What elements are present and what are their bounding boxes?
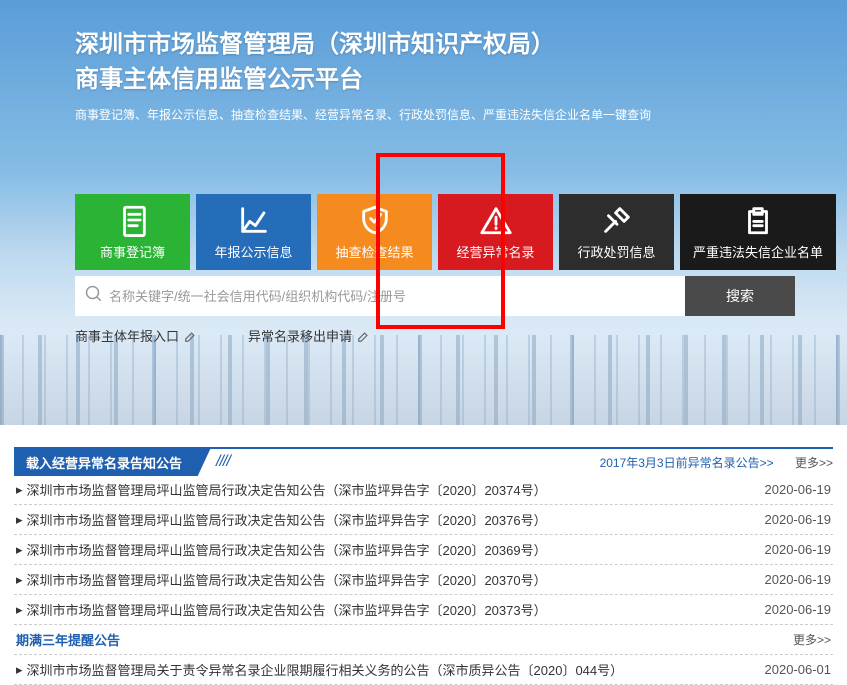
link-label: 商事主体年报入口 (75, 326, 179, 345)
announcement-date: 2020-06-01 (765, 662, 832, 677)
tab-1[interactable]: 年报公示信息 (196, 194, 311, 270)
list-item: ▸深圳市市场监督管理局坪山监管局行政决定告知公告（深市监坪异告字〔2020〕20… (14, 565, 833, 595)
list-item: ▸深圳市市场监督管理局坪山监管局行政决定告知公告（深市监坪异告字〔2020〕20… (14, 505, 833, 535)
tab-label: 抽查检查结果 (335, 242, 413, 261)
announcement-date: 2020-06-19 (765, 512, 832, 527)
page-title-line1: 深圳市市场监督管理局（深圳市知识产权局） (75, 28, 847, 63)
list-marker: ▸ (16, 512, 23, 528)
list-item: ▸深圳市市场监督管理局关于责令异常名录企业限期履行相关义务的公告（深市质异公告〔… (14, 655, 833, 685)
edit-icon (357, 329, 371, 343)
section1-title: 载入经营异常名录告知公告 (14, 449, 194, 476)
search-box (75, 276, 685, 316)
announcement-date: 2020-06-19 (765, 602, 832, 617)
section1-extra-link[interactable]: 2017年3月3日前异常名录公告>> (600, 456, 774, 470)
tab-label: 严重违法失信企业名单 (693, 242, 823, 261)
edit-icon (184, 329, 198, 343)
list-marker: ▸ (16, 542, 23, 558)
section2-title: 期满三年提醒公告 (16, 630, 120, 649)
section2-more-link[interactable]: 更多>> (793, 631, 831, 648)
list-marker: ▸ (16, 482, 23, 498)
tab-0[interactable]: 商事登记簿 (75, 194, 190, 270)
quick-link-0[interactable]: 商事主体年报入口 (75, 326, 198, 345)
warn-icon (479, 203, 513, 237)
tab-label: 商事登记簿 (100, 242, 165, 261)
announcement-link[interactable]: 深圳市市场监督管理局坪山监管局行政决定告知公告（深市监坪异告字〔2020〕203… (27, 600, 547, 619)
tab-label: 年报公示信息 (214, 242, 292, 261)
announcement-date: 2020-06-19 (765, 542, 832, 557)
list-marker: ▸ (16, 602, 23, 618)
search-icon (85, 285, 103, 308)
list-item: ▸深圳市市场监督管理局坪山监管局行政决定告知公告（深市监坪异告字〔2020〕20… (14, 475, 833, 505)
list-item: ▸深圳市市场监督管理局坪山监管局行政决定告知公告（深市监坪异告字〔2020〕20… (14, 595, 833, 625)
announcement-date: 2020-06-19 (765, 572, 832, 587)
search-button[interactable]: 搜索 (685, 276, 795, 316)
tab-2[interactable]: 抽查检查结果 (317, 194, 432, 270)
decorative-slashes: //// (216, 453, 230, 471)
list-marker: ▸ (16, 662, 23, 678)
section1-more-link[interactable]: 更多>> (795, 456, 833, 470)
quick-link-1[interactable]: 异常名录移出申请 (248, 326, 371, 345)
tab-4[interactable]: 行政处罚信息 (559, 194, 674, 270)
gavel-icon (600, 203, 634, 237)
announcement-link[interactable]: 深圳市市场监督管理局坪山监管局行政决定告知公告（深市监坪异告字〔2020〕203… (27, 540, 547, 559)
announcement-date: 2020-06-19 (765, 482, 832, 497)
tab-label: 经营异常名录 (456, 242, 534, 261)
link-label: 异常名录移出申请 (248, 326, 352, 345)
announcement-link[interactable]: 深圳市市场监督管理局坪山监管局行政决定告知公告（深市监坪异告字〔2020〕203… (27, 510, 547, 529)
page-title-line2: 商事主体信用监管公示平台 (75, 63, 847, 98)
clipboard-icon (741, 203, 775, 237)
shield-icon (358, 203, 392, 237)
list-marker: ▸ (16, 572, 23, 588)
announcement-link[interactable]: 深圳市市场监督管理局关于责令异常名录企业限期履行相关义务的公告（深市质异公告〔2… (27, 660, 624, 679)
tab-5[interactable]: 严重违法失信企业名单 (680, 194, 836, 270)
doc-icon (116, 203, 150, 237)
search-input[interactable] (109, 289, 675, 304)
page-subtitle: 商事登记簿、年报公示信息、抽查检查结果、经营异常名录、行政处罚信息、严重违法失信… (75, 106, 847, 123)
announcement-link[interactable]: 深圳市市场监督管理局坪山监管局行政决定告知公告（深市监坪异告字〔2020〕203… (27, 570, 547, 589)
list-item: ▸深圳市市场监督管理局坪山监管局行政决定告知公告（深市监坪异告字〔2020〕20… (14, 535, 833, 565)
announcement-link[interactable]: 深圳市市场监督管理局坪山监管局行政决定告知公告（深市监坪异告字〔2020〕203… (27, 480, 547, 499)
tab-3[interactable]: 经营异常名录 (438, 194, 553, 270)
tab-label: 行政处罚信息 (577, 242, 655, 261)
chart-icon (237, 203, 271, 237)
